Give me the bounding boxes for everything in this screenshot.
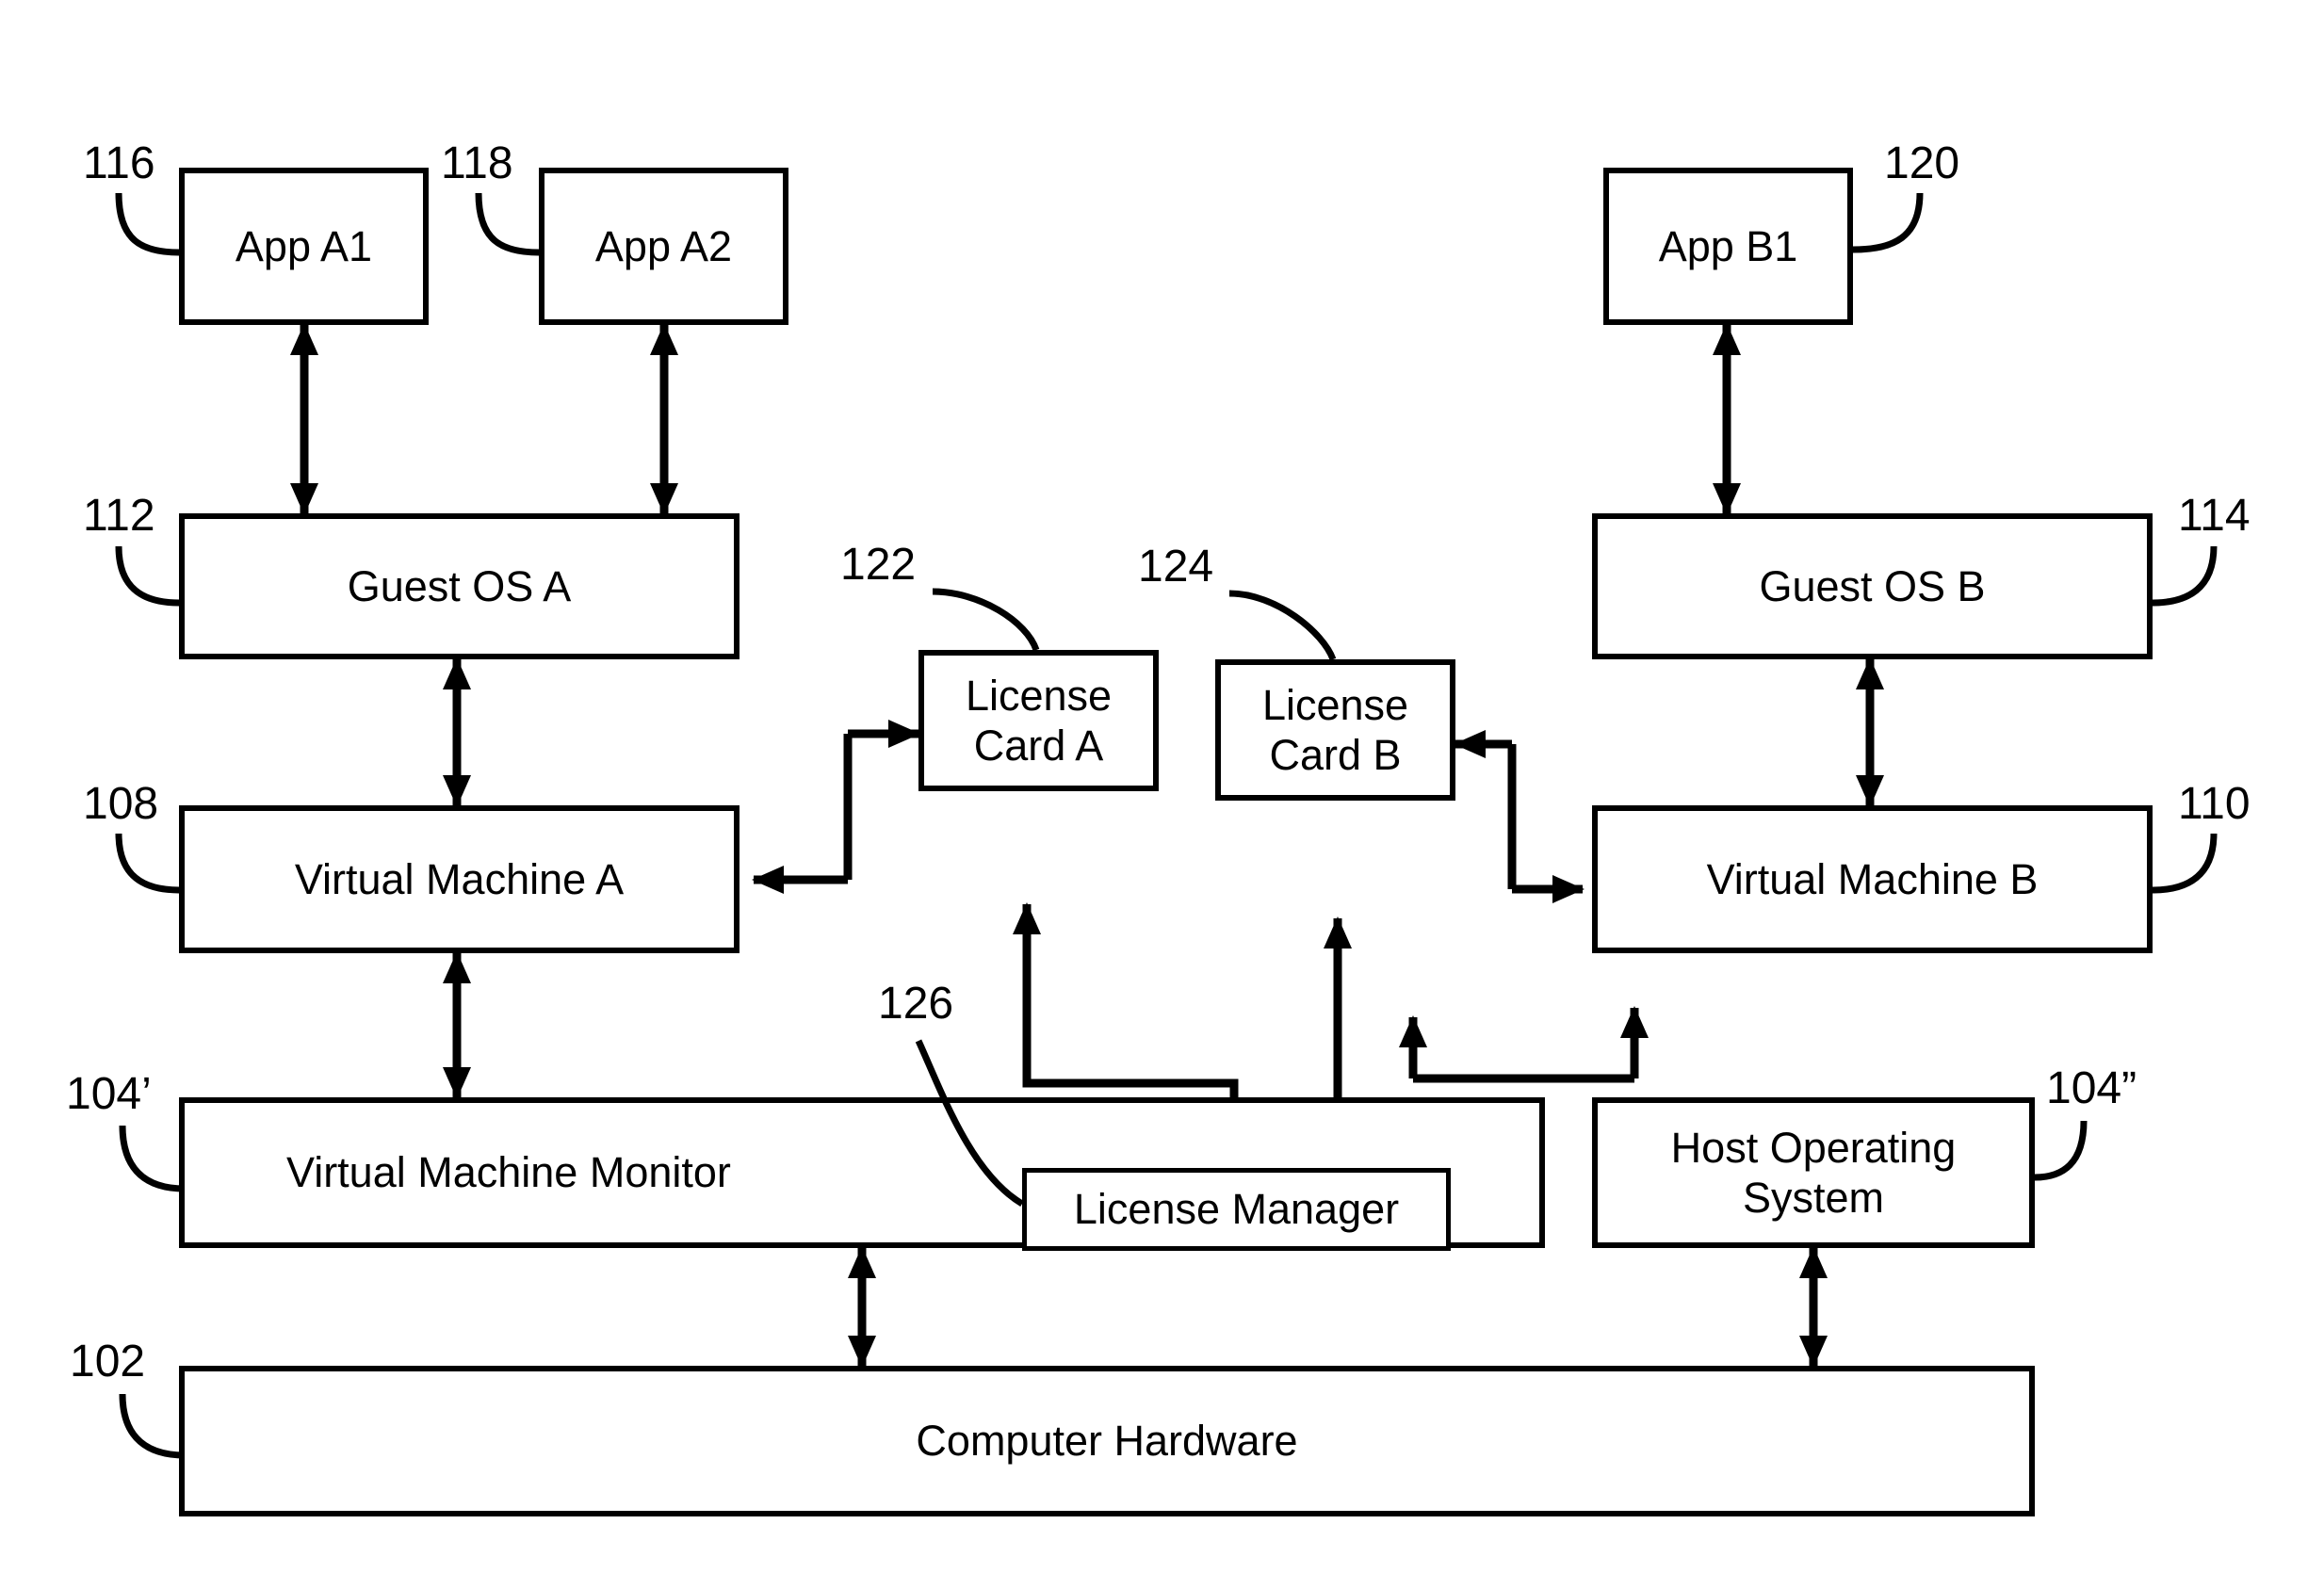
block-virtual-machine-b[interactable]: Virtual Machine B xyxy=(1592,805,2153,953)
block-virtual-machine-a-label: Virtual Machine A xyxy=(294,854,625,903)
block-guest-os-a[interactable]: Guest OS A xyxy=(179,513,739,659)
ref-numeral-118: 118 xyxy=(441,138,513,188)
block-app-a2-label: App A2 xyxy=(594,221,733,270)
block-guest-os-b[interactable]: Guest OS B xyxy=(1592,513,2153,659)
ref-numeral-114: 114 xyxy=(2178,491,2251,541)
ref-numeral-104-dprime: 104” xyxy=(2046,1063,2137,1113)
block-computer-hardware-label: Computer Hardware xyxy=(916,1417,1298,1466)
ref-numeral-108: 108 xyxy=(83,779,159,829)
block-license-manager[interactable]: License Manager xyxy=(1022,1168,1451,1251)
block-host-operating-system-label-line2: System xyxy=(1742,1174,1885,1222)
block-computer-hardware[interactable]: Computer Hardware xyxy=(179,1366,2035,1516)
block-app-a1[interactable]: App A1 xyxy=(179,168,429,325)
block-host-operating-system-label-line1: Host Operating xyxy=(1670,1123,1957,1172)
ref-numeral-112: 112 xyxy=(83,491,155,541)
ref-numeral-116: 116 xyxy=(83,138,155,188)
block-license-card-a[interactable]: License Card A xyxy=(918,650,1159,791)
ref-numeral-124: 124 xyxy=(1138,542,1214,592)
ref-numeral-120: 120 xyxy=(1884,138,1960,188)
block-guest-os-b-label: Guest OS B xyxy=(1759,561,1986,610)
block-license-card-b-label-line1: License xyxy=(1261,680,1409,729)
block-app-a2[interactable]: App A2 xyxy=(539,168,788,325)
ref-numeral-104-prime: 104’ xyxy=(66,1069,152,1119)
ref-numeral-102: 102 xyxy=(70,1337,146,1386)
block-app-b1[interactable]: App B1 xyxy=(1603,168,1853,325)
block-app-b1-label: App B1 xyxy=(1658,221,1798,270)
block-guest-os-a-label: Guest OS A xyxy=(347,561,572,610)
block-virtual-machine-b-label: Virtual Machine B xyxy=(1706,854,2039,903)
ref-numeral-126: 126 xyxy=(878,979,954,1029)
block-license-manager-label: License Manager xyxy=(1073,1185,1400,1234)
block-license-card-a-label-line1: License xyxy=(965,671,1113,720)
block-virtual-machine-monitor-label: Virtual Machine Monitor xyxy=(286,1148,731,1197)
block-virtual-machine-a[interactable]: Virtual Machine A xyxy=(179,805,739,953)
ref-numeral-122: 122 xyxy=(840,540,917,590)
figure-canvas: App A1 App A2 App B1 Guest OS A Guest OS… xyxy=(0,0,2324,1589)
ref-numeral-110: 110 xyxy=(2178,779,2251,829)
block-license-card-b-label-line2: Card B xyxy=(1269,731,1402,779)
block-app-a1-label: App A1 xyxy=(235,221,373,270)
block-license-card-a-label-line2: Card A xyxy=(973,722,1104,770)
block-license-card-b[interactable]: License Card B xyxy=(1215,659,1455,801)
block-host-operating-system[interactable]: Host Operating System xyxy=(1592,1097,2035,1248)
